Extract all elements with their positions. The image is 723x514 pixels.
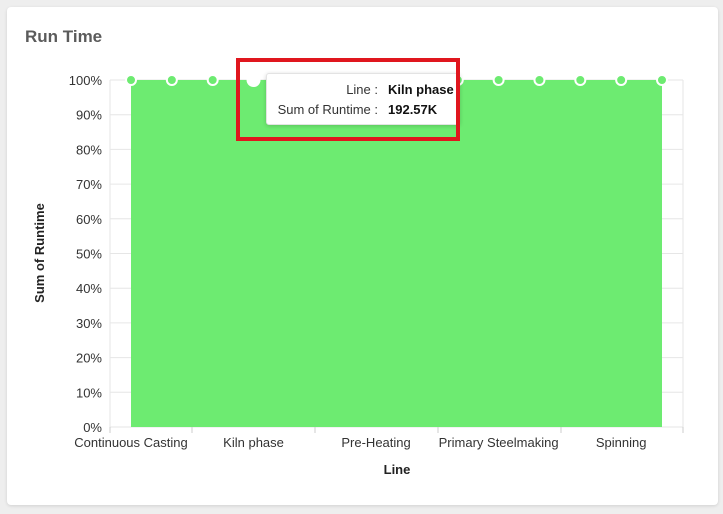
data-point xyxy=(533,74,546,86)
x-tick-label: Spinning xyxy=(596,435,647,450)
x-tick-label: Continuous Casting xyxy=(74,435,187,450)
y-axis-label: Sum of Runtime xyxy=(32,203,47,303)
y-tick-label: 10% xyxy=(76,385,102,400)
data-point xyxy=(615,74,628,86)
y-tick-label: 0% xyxy=(83,420,102,435)
y-tick-label: 60% xyxy=(76,212,102,227)
x-tick-label: Pre-Heating xyxy=(341,435,410,450)
y-tick-label: 30% xyxy=(76,316,102,331)
data-point xyxy=(165,74,178,86)
highlight-box xyxy=(236,58,460,141)
data-point xyxy=(125,74,137,86)
y-tick-label: 70% xyxy=(76,177,102,192)
x-tick-label: Kiln phase xyxy=(223,435,284,450)
y-tick-label: 40% xyxy=(76,281,102,296)
y-axis-ticks: 0% 10% 20% 30% 40% 50% 60% 70% 80% 90% 100% xyxy=(69,73,103,435)
x-axis-label: Line xyxy=(384,462,411,477)
data-point xyxy=(656,74,668,86)
y-tick-label: 90% xyxy=(76,108,102,123)
x-axis-ticks: Continuous Casting Kiln phase Pre-Heating P… xyxy=(74,435,646,450)
y-tick-label: 50% xyxy=(76,247,102,262)
y-tick-label: 80% xyxy=(76,142,102,157)
x-tick-label: Primary Steelmaking xyxy=(439,435,559,450)
y-tick-label: 100% xyxy=(69,73,103,88)
y-tick-label: 20% xyxy=(76,351,102,366)
data-point xyxy=(574,74,587,86)
data-point xyxy=(492,74,505,86)
data-point xyxy=(206,74,219,86)
